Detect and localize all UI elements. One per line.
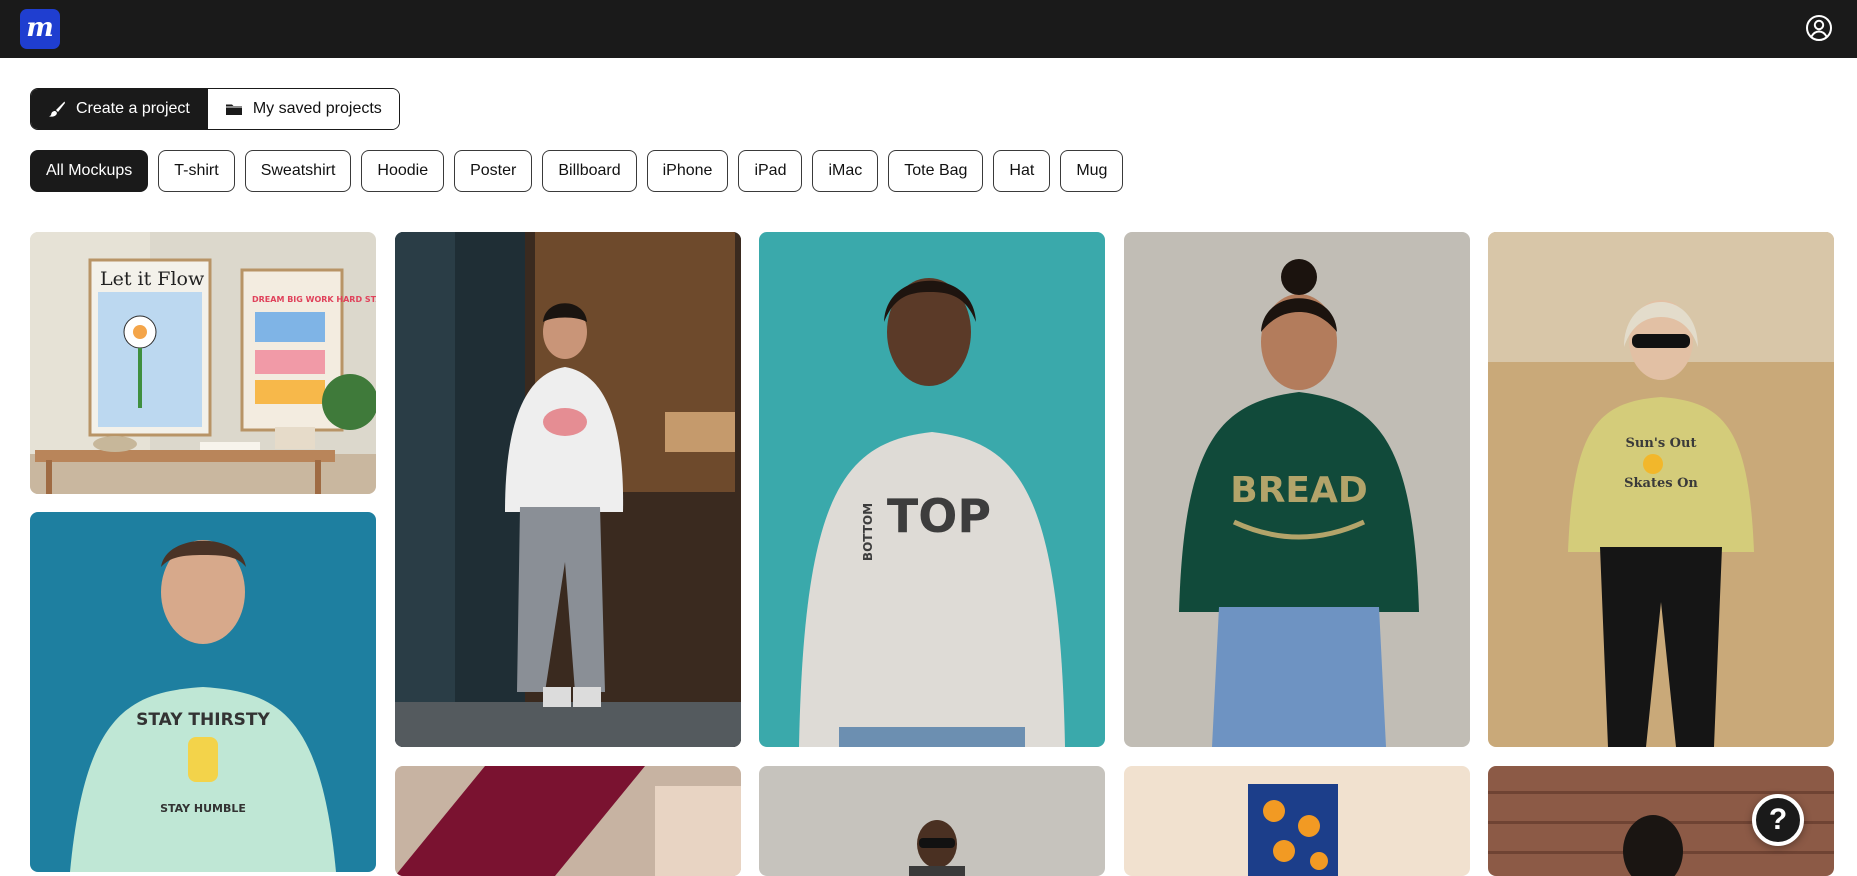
mockup-category-filters: All Mockups T-shirt Sweatshirt Hoodie Po… bbox=[30, 150, 1124, 192]
tile-caption-bottom: BOTTOM bbox=[861, 503, 875, 561]
filter-hoodie[interactable]: Hoodie bbox=[361, 150, 445, 192]
sunglasses-model-image bbox=[759, 766, 1105, 876]
filter-iphone[interactable]: iPhone bbox=[646, 150, 729, 192]
create-project-label: Create a project bbox=[76, 100, 190, 117]
filter-all-mockups[interactable]: All Mockups bbox=[30, 150, 149, 192]
tile-caption-bread: BREAD bbox=[1230, 470, 1368, 511]
mint-sweatshirt-image: STAY THIRSTY STAY HUMBLE bbox=[30, 512, 376, 872]
mockup-tile-bread-sweatshirt[interactable]: BREAD bbox=[1124, 232, 1470, 747]
filter-tote-bag[interactable]: Tote Bag bbox=[888, 150, 984, 192]
mockup-tile-orange-poster[interactable] bbox=[1124, 766, 1470, 876]
tile-caption-skates-on: Skates On bbox=[1624, 476, 1698, 491]
mockup-tile-mint-sweatshirt[interactable]: STAY THIRSTY STAY HUMBLE bbox=[30, 512, 376, 872]
mockup-tile-yellow-sweatshirt[interactable]: Sun's Out Skates On bbox=[1488, 232, 1834, 747]
filter-tshirt[interactable]: T-shirt bbox=[158, 150, 235, 192]
poster-caption-1: Let it Flow bbox=[100, 268, 205, 290]
tile-caption-suns-out: Sun's Out bbox=[1626, 436, 1697, 451]
mockup-tile-bottom-top-sweatshirt[interactable]: BOTTOM TOP bbox=[759, 232, 1105, 747]
filter-billboard[interactable]: Billboard bbox=[542, 150, 637, 192]
poster-wall-image: Let it Flow DREAM BIG WORK HARD STAY HUM… bbox=[30, 232, 376, 494]
tile-caption-stay-thirsty: STAY THIRSTY bbox=[136, 710, 270, 730]
app-logo[interactable]: m bbox=[20, 9, 60, 49]
bread-sweatshirt-image: BREAD bbox=[1124, 232, 1470, 747]
mockup-tile-fabric[interactable] bbox=[395, 766, 741, 876]
folder-icon bbox=[225, 104, 242, 115]
user-circle-icon[interactable] bbox=[1805, 14, 1833, 42]
filter-imac[interactable]: iMac bbox=[812, 150, 879, 192]
orange-poster-image bbox=[1124, 766, 1470, 876]
white-sweatshirt-image bbox=[395, 232, 741, 747]
poster-caption-2: DREAM BIG WORK HARD STAY HUMBLE bbox=[252, 295, 376, 304]
saved-projects-label: My saved projects bbox=[252, 100, 382, 117]
filter-poster[interactable]: Poster bbox=[454, 150, 533, 192]
mockup-tile-sunglasses-model[interactable] bbox=[759, 766, 1105, 876]
filter-sweatshirt[interactable]: Sweatshirt bbox=[244, 150, 352, 192]
paintbrush-icon bbox=[49, 101, 65, 117]
help-button[interactable]: ? bbox=[1752, 794, 1804, 846]
create-project-button[interactable]: Create a project bbox=[31, 89, 207, 129]
filter-ipad[interactable]: iPad bbox=[738, 150, 803, 192]
mockup-tile-poster-wall[interactable]: Let it Flow DREAM BIG WORK HARD STAY HUM… bbox=[30, 232, 376, 494]
filter-mug[interactable]: Mug bbox=[1060, 150, 1124, 192]
top-navigation-bar: m bbox=[0, 0, 1857, 58]
help-icon: ? bbox=[1768, 803, 1788, 836]
tile-caption-stay-humble: STAY HUMBLE bbox=[160, 802, 246, 815]
mockup-tile-white-sweatshirt[interactable] bbox=[395, 232, 741, 747]
tile-caption-top: TOP bbox=[887, 489, 991, 543]
filter-hat[interactable]: Hat bbox=[993, 150, 1051, 192]
logo-letter: m bbox=[26, 12, 54, 43]
saved-projects-button[interactable]: My saved projects bbox=[206, 89, 399, 129]
yellow-sweatshirt-image: Sun's Out Skates On bbox=[1488, 232, 1834, 747]
bottom-top-sweatshirt-image: BOTTOM TOP bbox=[759, 232, 1105, 747]
fabric-image bbox=[395, 766, 741, 876]
project-mode-toggle: Create a project My saved projects bbox=[30, 88, 400, 130]
